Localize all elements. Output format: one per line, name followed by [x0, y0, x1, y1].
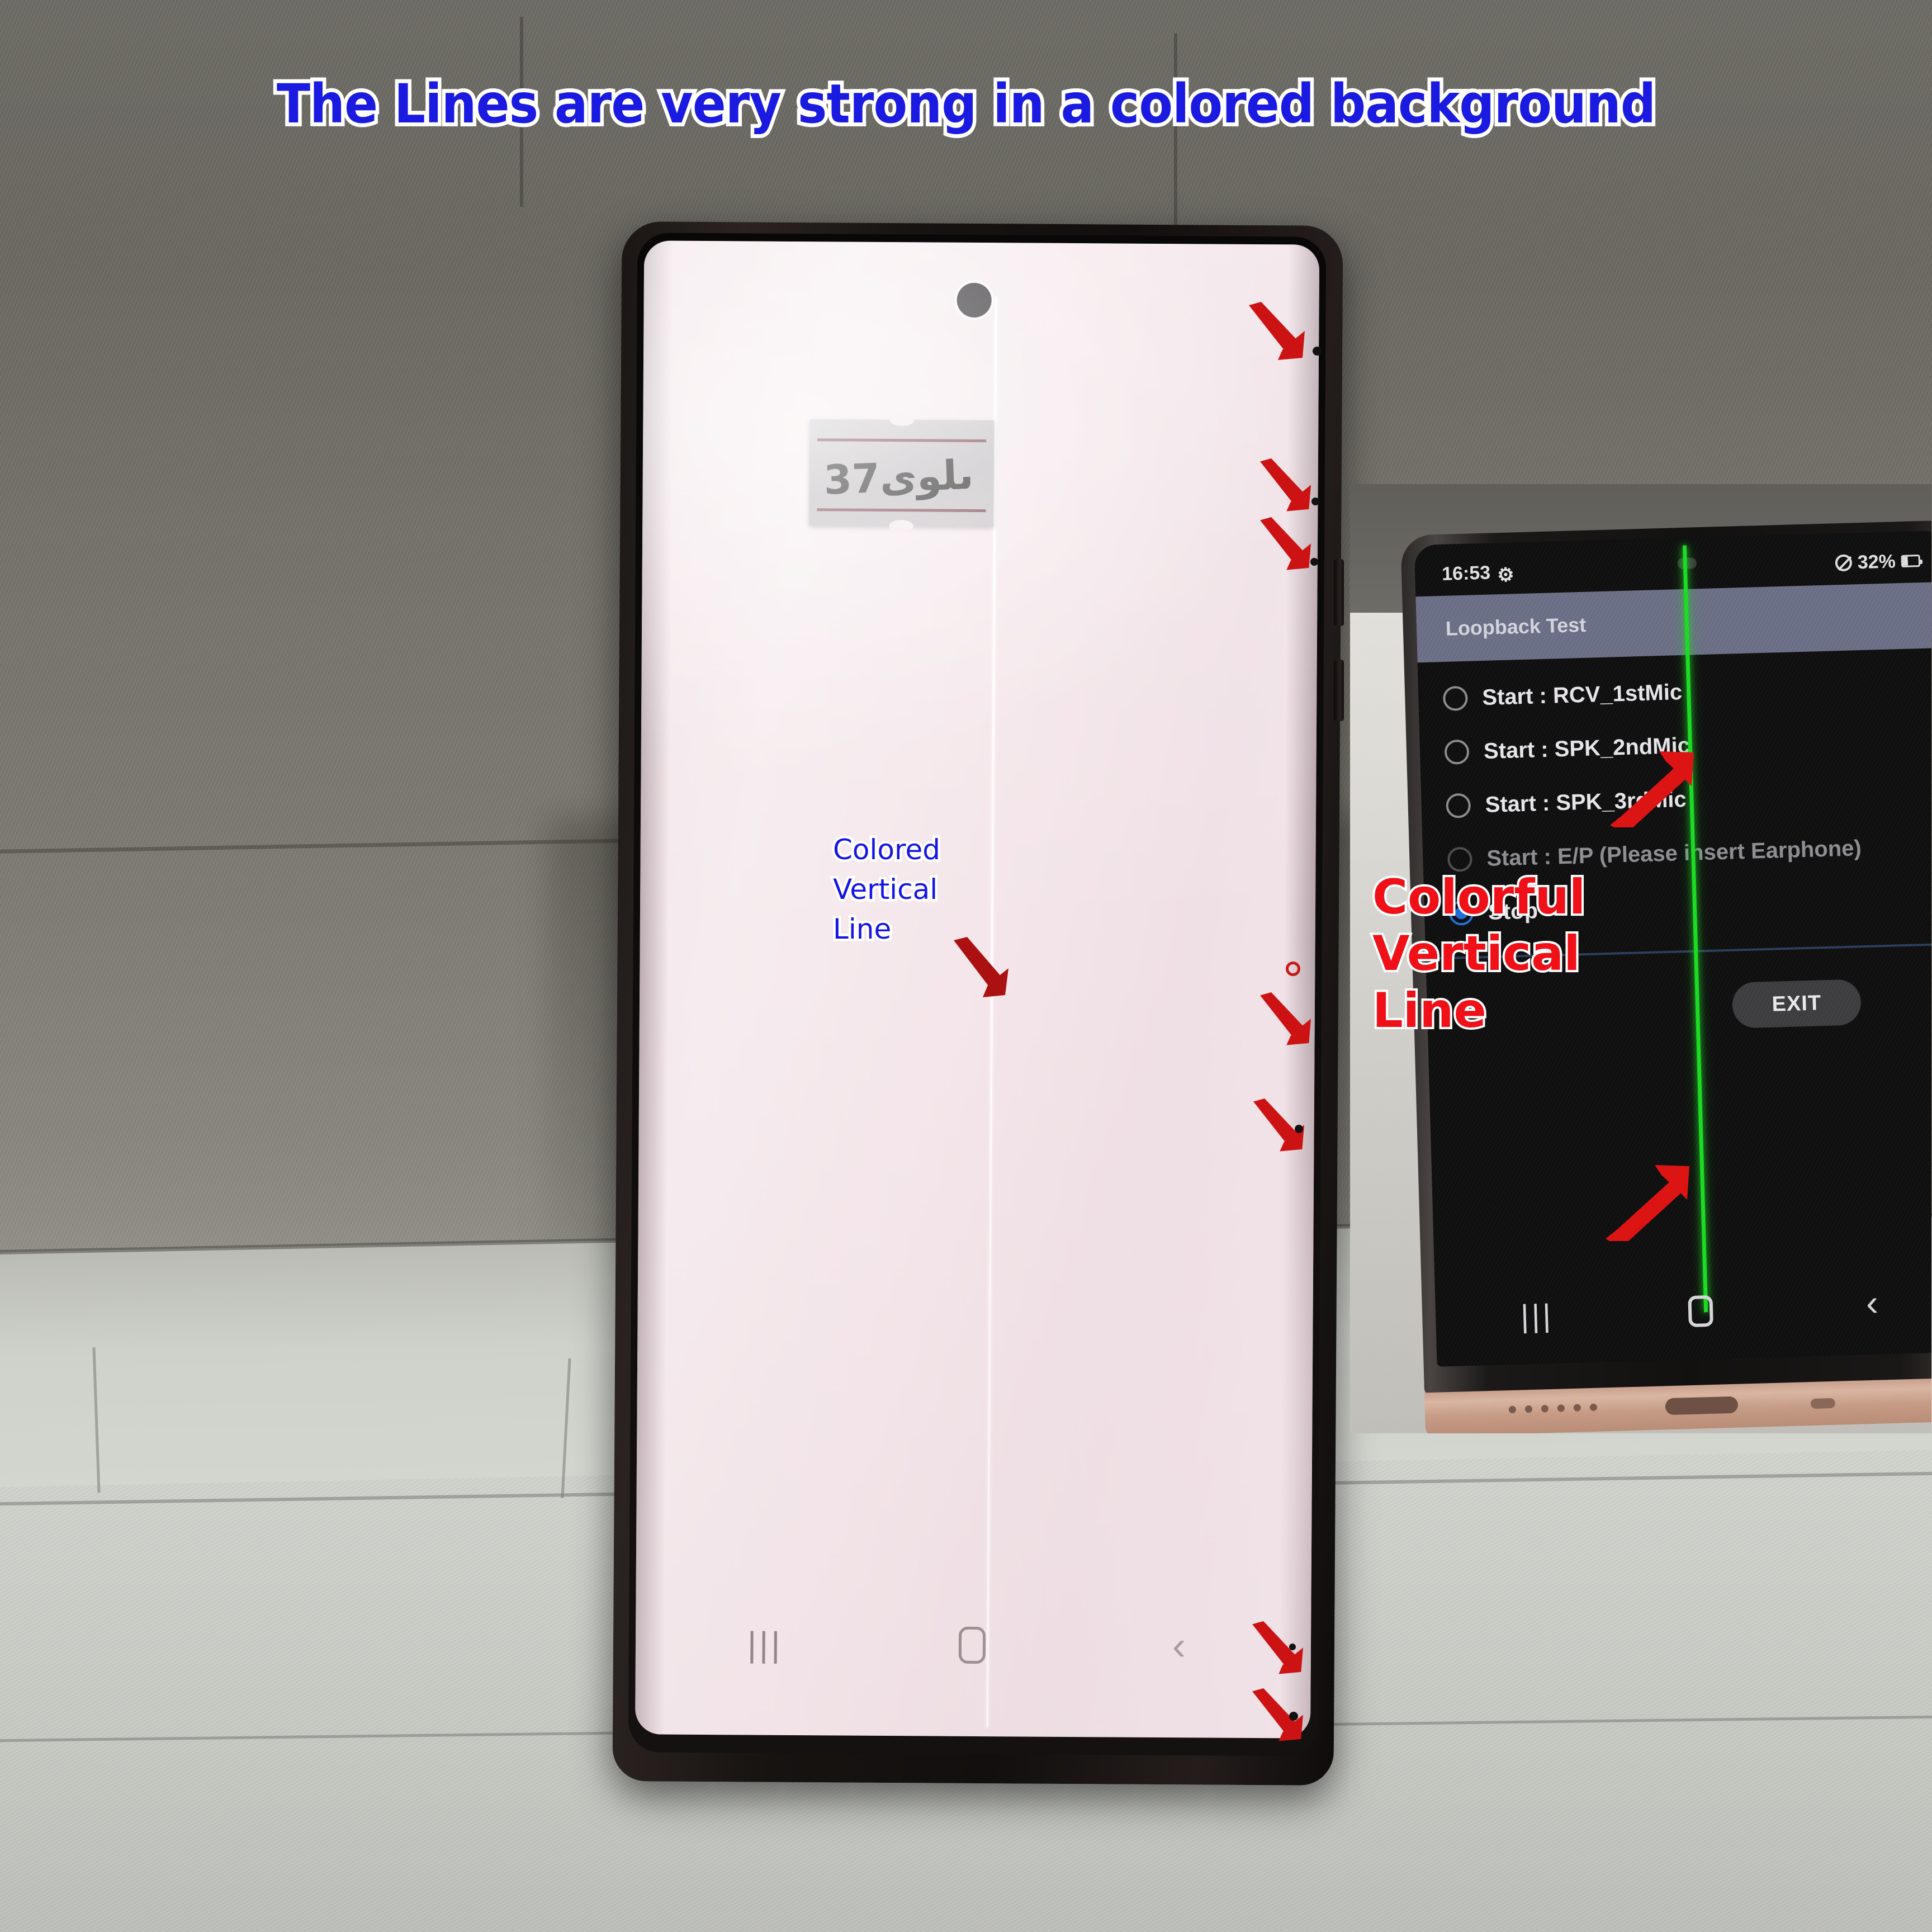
main-annotation-label: Colored Vertical Line [831, 830, 989, 949]
dead-pixel-dot [1311, 498, 1319, 505]
usb-c-port [1665, 1396, 1739, 1415]
front-camera-punch-hole [956, 282, 992, 318]
sticker-rule-bottom [817, 508, 986, 513]
screen-edge-left [635, 240, 674, 1735]
main-annotation-line-2: Vertical [831, 871, 940, 908]
power-button [1334, 660, 1344, 721]
dead-pixel-dot [1289, 1644, 1296, 1650]
defect-arrow-icon [1247, 302, 1314, 363]
speaker-grille-icon [1508, 1403, 1598, 1414]
defect-arrow-icon [1250, 1621, 1311, 1677]
defect-arrow-icon [1258, 992, 1319, 1048]
annotation-arrow-icon [950, 937, 1017, 998]
defect-arrow-icon [1250, 1688, 1311, 1744]
defect-arrow-icon [1258, 458, 1319, 514]
dead-pixel-dot [1310, 558, 1318, 566]
inset-annotation-line-1: Colorful [1370, 867, 1588, 927]
defect-arrow-icon [1258, 517, 1319, 573]
volume-button [1334, 559, 1344, 626]
recents-icon[interactable]: ||| [747, 1626, 783, 1664]
defect-arrow-icon [1251, 1098, 1313, 1154]
page-title: The Lines are very strong in a colored b… [273, 69, 1659, 139]
sticker-handwriting: ىلوى37 [823, 451, 974, 504]
inset-arrow-icon [1608, 749, 1697, 827]
screenshot-root: The Lines are very strong in a colored b… [0, 0, 1932, 1932]
main-phone: ىلوى37 ||| ‹ [612, 221, 1343, 1786]
inset-annotation-line-3: Line [1370, 981, 1489, 1041]
back-icon[interactable]: ‹ [1172, 1623, 1186, 1668]
microphone-hole [1810, 1398, 1836, 1409]
home-icon[interactable] [958, 1626, 986, 1664]
main-phone-navbar: ||| ‹ [636, 1608, 1311, 1684]
dead-pixel-dot [1295, 1125, 1303, 1133]
inset-annotation-line-2: Vertical [1370, 924, 1583, 984]
sticker-rule-top [817, 438, 987, 443]
main-annotation-line-1: Colored [831, 831, 943, 869]
defect-ring-marker [1286, 962, 1300, 976]
inset-annotation-label: Colorful Vertical Line [1370, 867, 1613, 1041]
inset-arrow-icon [1603, 1163, 1693, 1241]
price-sticker: ىلوى37 [809, 419, 995, 527]
dead-pixel-dot [1289, 1712, 1298, 1721]
dead-pixel-dot [1313, 347, 1322, 356]
